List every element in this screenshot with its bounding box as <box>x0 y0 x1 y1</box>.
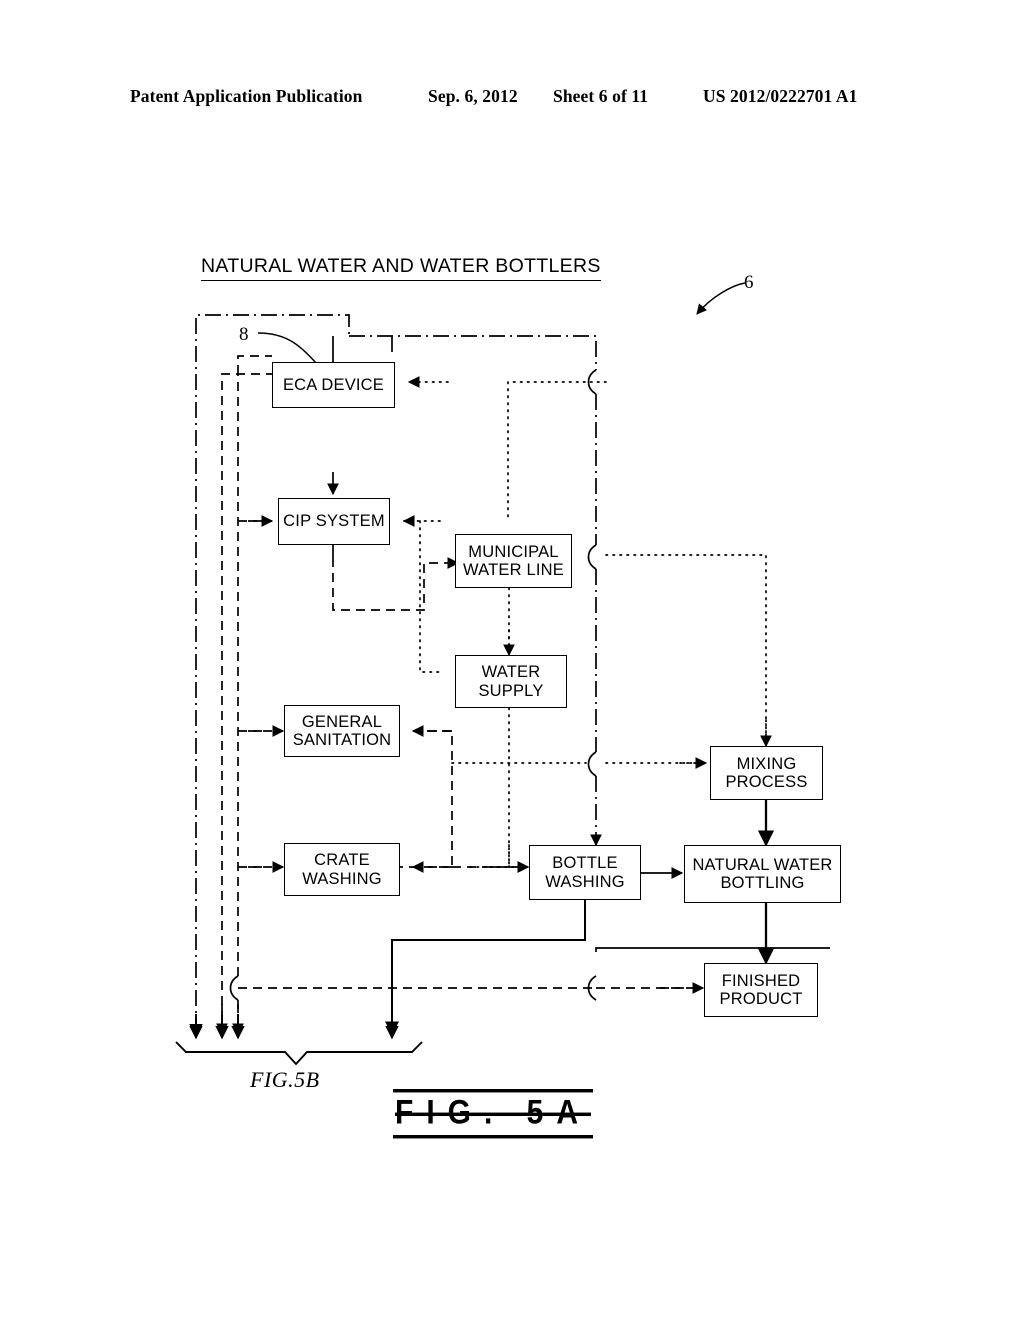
dotted-municipal-to-mixing <box>605 554 767 743</box>
conn-upper-right-solid <box>595 947 830 952</box>
node-finished-product-label-2: PRODUCT <box>719 990 803 1008</box>
node-mixing-process-label-1: MIXING <box>736 754 797 773</box>
node-general-sanitation-label-2: SANITATION <box>292 731 392 749</box>
conn-bottle-washing-to-fig5b <box>385 900 586 1036</box>
node-bottle-washing-label-1: BOTTLE <box>552 854 618 873</box>
figure-5a: NATURAL WATER AND WATER BOTTLERS 8 6 ECA… <box>0 0 1024 1320</box>
leader-line-8 <box>257 332 317 364</box>
leader-line-6 <box>696 282 746 315</box>
node-municipal-water-line[interactable]: MUNICIPAL WATER LINE <box>455 534 572 588</box>
node-natural-water-bottling-label-2: BOTTLING <box>720 874 805 892</box>
node-municipal-water-line-label-1: MUNICIPAL <box>468 542 559 561</box>
node-finished-product[interactable]: FINISHED PRODUCT <box>704 963 818 1017</box>
node-natural-water-bottling[interactable]: NATURAL WATER BOTTLING <box>684 845 841 903</box>
node-eca-device[interactable]: ECA DEVICE <box>272 362 395 408</box>
node-general-sanitation-label-1: GENERAL <box>301 712 383 731</box>
node-finished-product-label-1: FINISHED <box>721 971 801 990</box>
reference-numeral-6: 6 <box>744 272 754 293</box>
fig-5a-caption-text: FIG. 5A <box>395 1093 592 1132</box>
node-natural-water-bottling-label-1: NATURAL WATER <box>692 855 833 874</box>
node-crate-washing[interactable]: CRATE WASHING <box>284 843 400 896</box>
node-eca-device-label-1: ECA DEVICE <box>282 375 385 394</box>
node-water-supply-label-1: WATER <box>481 663 541 682</box>
dashed-sanitation-elbow <box>400 730 453 868</box>
dashdot-outer-left-loop <box>195 314 350 1034</box>
diagram-title: NATURAL WATER AND WATER BOTTLERS <box>201 255 601 281</box>
node-water-supply[interactable]: WATER SUPPLY <box>455 655 567 708</box>
fig-5a-caption: FIG. 5A <box>393 1089 594 1139</box>
node-mixing-process-label-2: PROCESS <box>725 773 808 791</box>
fig5b-brace <box>175 1041 423 1066</box>
node-mixing-process[interactable]: MIXING PROCESS <box>710 746 823 800</box>
node-bottle-washing-label-2: WASHING <box>545 872 625 891</box>
jog-hop-left-dashed <box>229 975 239 1001</box>
node-general-sanitation[interactable]: GENERAL SANITATION <box>284 705 400 757</box>
node-water-supply-label-2: SUPPLY <box>478 681 544 700</box>
node-crate-washing-label-2: WASHING <box>302 869 382 888</box>
node-municipal-water-line-label-2: WATER LINE <box>462 561 564 579</box>
dashed-cip-to-municipal <box>332 558 444 611</box>
node-cip-system-label-1: CIP SYSTEM <box>283 512 385 531</box>
node-crate-washing-label-1: CRATE <box>314 851 370 870</box>
node-cip-system[interactable]: CIP SYSTEM <box>278 498 390 545</box>
dashed-third-top-elbow <box>237 355 272 374</box>
jog-hop-sanitation-row <box>587 751 597 777</box>
fig-5b-caption: FIG.5B <box>250 1067 320 1092</box>
reference-numeral-8: 8 <box>239 324 249 345</box>
jog-hop-municipal-row <box>587 544 597 570</box>
node-bottle-washing[interactable]: BOTTLE WASHING <box>529 845 641 900</box>
dashed-left-into-eca <box>221 373 272 1020</box>
